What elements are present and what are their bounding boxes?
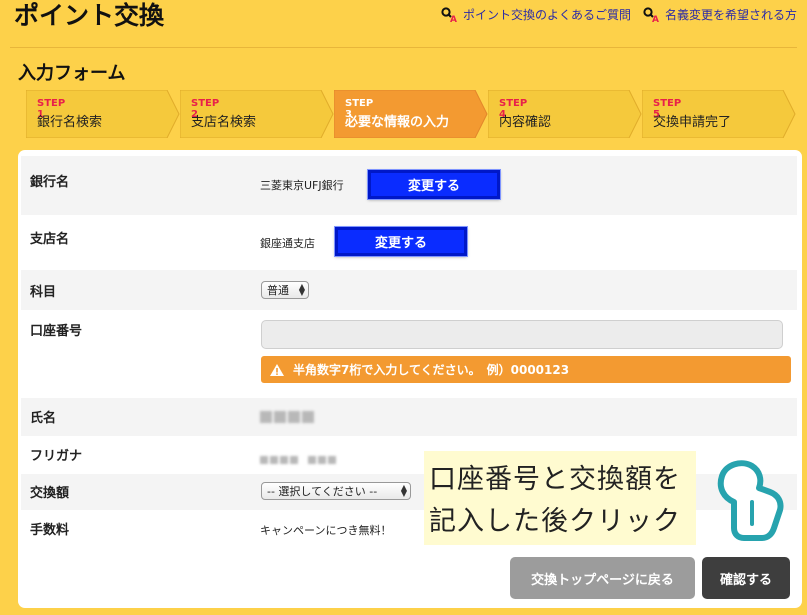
step-label: 交換申請完了 [653, 115, 732, 130]
bank-value: 三菱東京UFJ銀行 [260, 179, 344, 192]
page-title: ポイント交換 [14, 1, 165, 30]
step-label: 支店名検索 [191, 115, 257, 130]
name-label: 氏名 [30, 411, 57, 426]
fee-label: 手数料 [30, 523, 70, 538]
step-label: 銀行名検索 [37, 115, 103, 130]
fee-value: キャンペーンにつき無料！ [260, 524, 392, 537]
confirm-button[interactable]: 確認する [702, 557, 790, 599]
pointing-hand-icon [717, 460, 784, 541]
account-type-select[interactable]: 普通 ▲ ▼ [261, 281, 309, 299]
branch-label: 支店名 [30, 232, 70, 247]
row-account-type: 科目 普通 ▲ ▼ [21, 270, 797, 310]
step-label: 必要な情報の入力 [345, 115, 450, 130]
svg-text:A: A [652, 15, 659, 23]
key-search-icon: A [441, 6, 457, 23]
faq-link[interactable]: A ポイント交換のよくあるご質問 [441, 6, 631, 23]
change-bank-button[interactable]: 変更する [368, 170, 500, 199]
account-type-selected: 普通 [267, 284, 289, 297]
name-change-link-label: 名義変更を希望される方 [665, 8, 798, 22]
row-name: 氏名 [21, 398, 797, 436]
kana-label: フリガナ [30, 449, 83, 464]
step-label: 内容確認 [499, 115, 552, 130]
branch-value: 銀座通支店 [260, 237, 315, 250]
account-number-warning: 半角数字7桁で入力してください。 例）0000123 [261, 356, 791, 383]
amount-select[interactable]: -- 選択してください -- ▲ ▼ [261, 482, 411, 500]
amount-label: 交換額 [30, 486, 70, 501]
row-account-number: 口座番号 半角数字7桁で入力してください。 例）0000123 [21, 310, 797, 398]
amount-selected: -- 選択してください -- [267, 485, 378, 498]
header-divider [10, 47, 797, 48]
name-value-redacted [260, 408, 316, 427]
kana-value-redacted [260, 449, 338, 468]
warning-text: 半角数字7桁で入力してください。 例）0000123 [293, 363, 570, 377]
warning-icon [270, 363, 284, 376]
back-to-top-button[interactable]: 交換トップページに戻る [510, 557, 695, 599]
annotation-line-1: 口座番号と交換額を [429, 464, 681, 495]
instruction-annotation: 口座番号と交換額を 記入した後クリック [424, 451, 696, 545]
account-number-label: 口座番号 [30, 324, 83, 339]
select-arrows-icon: ▲ ▼ [400, 483, 407, 498]
account-number-input[interactable] [261, 320, 783, 349]
change-branch-button[interactable]: 変更する [335, 227, 467, 256]
svg-text:A: A [450, 15, 457, 23]
bank-label: 銀行名 [30, 175, 70, 190]
form-title: 入力フォーム [18, 63, 126, 84]
annotation-line-2: 記入した後クリック [429, 506, 681, 537]
faq-link-label: ポイント交換のよくあるご質問 [463, 8, 632, 22]
row-bank: 銀行名 三菱東京UFJ銀行 変更する [21, 156, 797, 215]
row-branch: 支店名 銀座通支店 変更する [21, 215, 797, 270]
name-change-link[interactable]: A 名義変更を希望される方 [643, 6, 797, 23]
key-search-icon: A [643, 6, 659, 23]
account-type-label: 科目 [30, 285, 57, 300]
select-arrows-icon: ▲ ▼ [298, 282, 305, 297]
